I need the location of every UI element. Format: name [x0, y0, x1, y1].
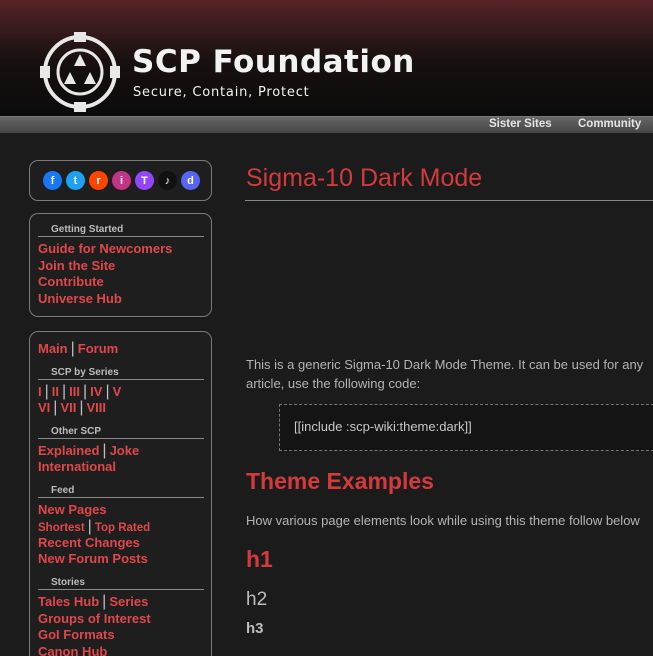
code-text: [[include :scp-wiki:theme:dark]]: [294, 419, 472, 434]
series-iii-link[interactable]: III: [69, 384, 80, 399]
new-pages-link[interactable]: New Pages: [38, 502, 107, 518]
main-forum-row: Main | Forum: [38, 341, 118, 357]
separator: |: [79, 399, 84, 416]
series-row-2: VI | VII | VIII: [38, 400, 106, 416]
reddit-icon[interactable]: r: [89, 171, 108, 190]
social-icons: f t r i T ♪ d: [43, 171, 200, 190]
theme-examples-heading: Theme Examples: [246, 468, 434, 494]
join-the-site-link[interactable]: Join the Site: [38, 258, 115, 274]
contribute-link[interactable]: Contribute: [38, 274, 104, 290]
universe-hub-link[interactable]: Universe Hub: [38, 291, 122, 307]
stories-heading: Stories: [38, 577, 204, 590]
separator: |: [83, 383, 88, 400]
twitch-icon[interactable]: T: [135, 171, 154, 190]
shortest-link[interactable]: Shortest: [38, 522, 85, 534]
site-title[interactable]: SCP Foundation: [132, 44, 415, 80]
series-ii-link[interactable]: II: [52, 384, 59, 399]
facebook-icon[interactable]: f: [43, 171, 62, 190]
twitter-icon[interactable]: t: [66, 171, 85, 190]
getting-started-heading: Getting Started: [38, 224, 204, 237]
joke-link[interactable]: Joke: [110, 443, 140, 458]
social-links-box: f t r i T ♪ d: [29, 160, 212, 201]
top-rated-link[interactable]: Top Rated: [95, 522, 150, 534]
scp-logo-icon[interactable]: [40, 32, 120, 112]
h1-example-heading: h1: [246, 546, 273, 572]
series-vii-link[interactable]: VII: [60, 400, 76, 415]
site-tagline: Secure, Contain, Protect: [133, 85, 310, 100]
guide-for-newcomers-link[interactable]: Guide for Newcomers: [38, 241, 172, 257]
forum-link[interactable]: Forum: [78, 341, 118, 356]
explained-link[interactable]: Explained: [38, 443, 99, 458]
international-link[interactable]: International: [38, 459, 116, 475]
code-block[interactable]: [[include :scp-wiki:theme:dark]]: [279, 404, 653, 451]
discord-icon[interactable]: d: [181, 171, 200, 190]
series-iv-link[interactable]: IV: [90, 384, 102, 399]
instagram-icon[interactable]: i: [112, 171, 131, 190]
groups-of-interest-link[interactable]: Groups of Interest: [38, 611, 151, 627]
series-link[interactable]: Series: [109, 594, 148, 609]
site-header: SCP Foundation Secure, Contain, Protect: [0, 0, 653, 116]
nav-sister-sites[interactable]: Sister Sites: [489, 117, 552, 132]
stories-row: Tales Hub | Series: [38, 594, 148, 610]
page-title: Sigma-10 Dark Mode: [246, 164, 483, 192]
recent-changes-link[interactable]: Recent Changes: [38, 535, 140, 551]
main-link[interactable]: Main: [38, 341, 68, 356]
nav-community[interactable]: Community: [578, 117, 641, 132]
scp-by-series-heading: SCP by Series: [38, 367, 204, 380]
tales-hub-link[interactable]: Tales Hub: [38, 594, 99, 609]
title-divider: [245, 200, 653, 201]
separator: |: [105, 383, 110, 400]
h2-example-heading: h2: [246, 589, 268, 610]
separator: |: [102, 593, 107, 610]
examples-intro-text: How various page elements look while usi…: [246, 513, 640, 528]
feed-sort-row: Shortest | Top Rated: [38, 519, 150, 536]
separator: |: [87, 518, 92, 535]
other-scp-heading: Other SCP: [38, 426, 204, 439]
top-nav-bar: Sister Sites Community: [0, 116, 653, 133]
separator: |: [102, 442, 107, 459]
separator: |: [62, 383, 67, 400]
separator: |: [44, 383, 49, 400]
getting-started-box: Getting Started Guide for Newcomers Join…: [29, 213, 212, 317]
separator: |: [53, 399, 58, 416]
side-navigation-box: Main | Forum SCP by Series I | II | III | IV | V V…: [29, 331, 212, 656]
goi-formats-link[interactable]: GoI Formats: [38, 627, 115, 643]
new-forum-posts-link[interactable]: New Forum Posts: [38, 551, 148, 567]
intro-text-line-1: This is a generic Sigma-10 Dark Mode The…: [246, 357, 644, 372]
series-v-link[interactable]: V: [113, 384, 122, 399]
series-vi-link[interactable]: VI: [38, 400, 50, 415]
series-row-1: I | II | III | IV | V: [38, 384, 121, 400]
intro-text-line-2: article, use the following code:: [246, 376, 421, 391]
canon-hub-link[interactable]: Canon Hub: [38, 644, 107, 656]
tiktok-icon[interactable]: ♪: [158, 171, 177, 190]
feed-heading: Feed: [38, 485, 204, 498]
series-viii-link[interactable]: VIII: [87, 400, 107, 415]
separator: |: [70, 340, 75, 357]
other-scp-row: Explained | Joke: [38, 443, 139, 459]
h3-example-heading: h3: [246, 620, 264, 637]
